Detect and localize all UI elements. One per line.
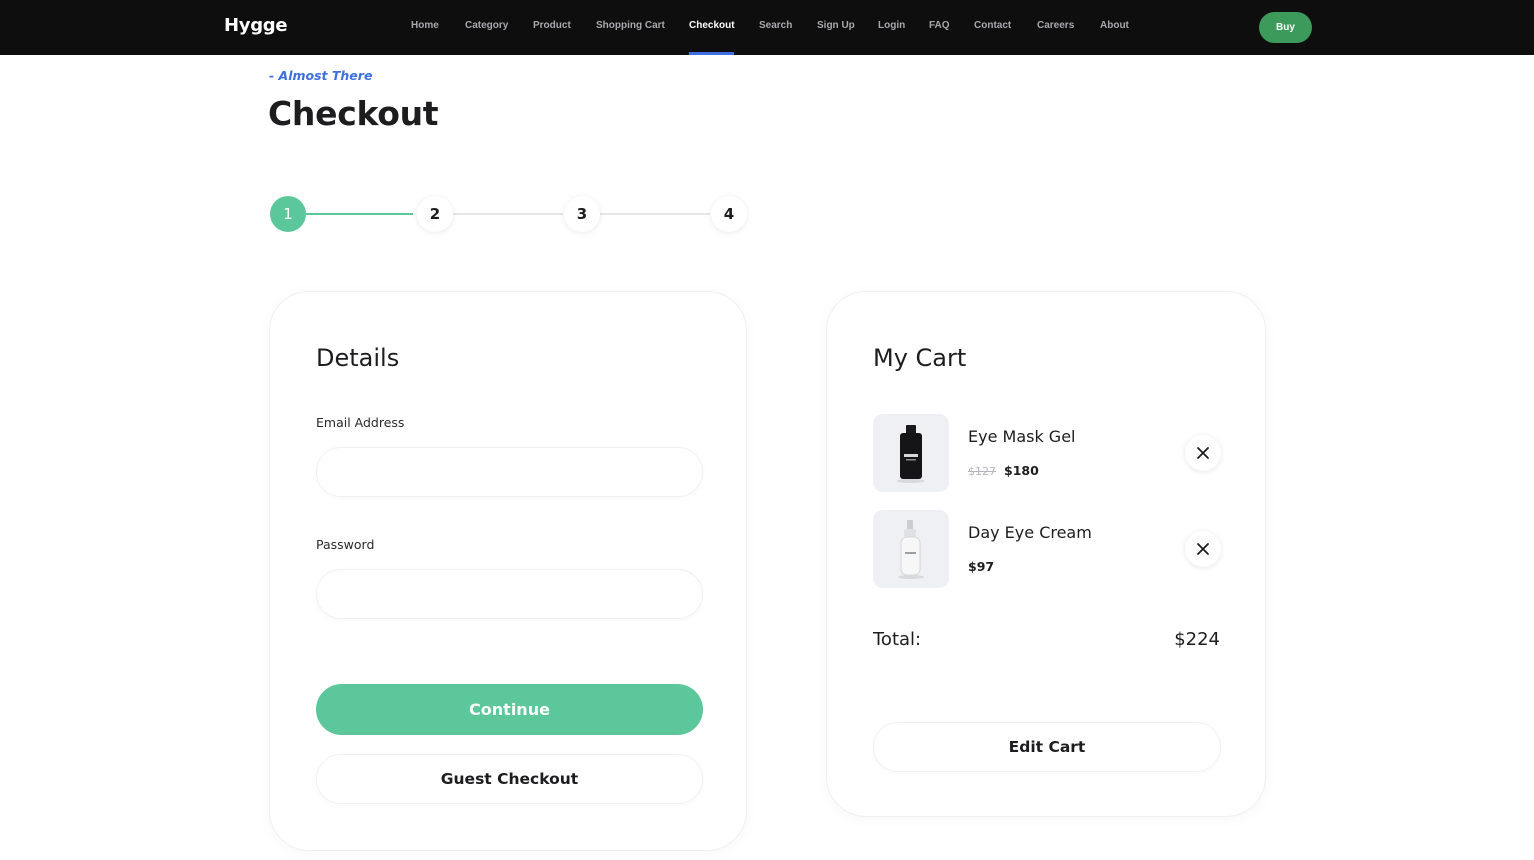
item-name: Eye Mask Gel (968, 427, 1076, 446)
continue-button[interactable]: Continue (316, 684, 703, 735)
total-value: $224 (1174, 629, 1220, 650)
item-price-row: $127 $180 (968, 463, 1039, 478)
step-4[interactable]: 4 (711, 196, 747, 232)
step-2[interactable]: 2 (417, 196, 453, 232)
nav-item-search[interactable]: Search (759, 20, 792, 31)
step-connector-3 (600, 213, 710, 215)
nav-item-checkout[interactable]: Checkout (689, 20, 735, 31)
cart-item: Day Eye Cream $97 (873, 510, 1223, 588)
details-title: Details (316, 344, 400, 372)
step-1[interactable]: 1 (270, 196, 306, 232)
password-field[interactable] (316, 569, 703, 619)
nav-item-shopping-cart[interactable]: Shopping Cart (596, 20, 665, 31)
dark-bottle-icon (873, 414, 949, 492)
nav-item-contact[interactable]: Contact (974, 20, 1011, 31)
item-name: Day Eye Cream (968, 523, 1092, 542)
password-label: Password (316, 537, 375, 552)
nav-item-faq[interactable]: FAQ (929, 20, 950, 31)
nav-item-category[interactable]: Category (465, 20, 508, 31)
white-bottle-icon (873, 510, 949, 588)
remove-item-button[interactable] (1185, 435, 1221, 471)
nav-item-login[interactable]: Login (878, 20, 905, 31)
total-label: Total: (873, 629, 922, 650)
nav-item-product[interactable]: Product (533, 20, 571, 31)
close-icon (1197, 543, 1209, 555)
edit-cart-button[interactable]: Edit Cart (873, 722, 1221, 772)
guest-checkout-button[interactable]: Guest Checkout (316, 754, 703, 804)
product-thumbnail[interactable] (873, 510, 949, 588)
cart-item: Eye Mask Gel $127 $180 (873, 414, 1223, 492)
product-thumbnail[interactable] (873, 414, 949, 492)
email-field[interactable] (316, 447, 703, 497)
page-title: Checkout (268, 94, 439, 133)
item-price: $97 (968, 559, 995, 574)
cart-card: My Cart Eye Mask Gel $127 $180 Day Eye C… (826, 291, 1266, 817)
item-price: $180 (1004, 463, 1039, 478)
email-label: Email Address (316, 415, 405, 430)
top-navbar: Hygge Home Category Product Shopping Car… (0, 0, 1534, 55)
close-icon (1197, 447, 1209, 459)
step-connector-1 (306, 213, 413, 215)
remove-item-button[interactable] (1185, 531, 1221, 567)
details-card: Details Email Address Password Continue … (269, 291, 747, 851)
page-eyebrow: - Almost There (269, 68, 373, 83)
item-old-price: $127 (968, 465, 996, 478)
active-nav-indicator (689, 52, 734, 55)
nav-item-careers[interactable]: Careers (1037, 20, 1074, 31)
step-connector-2 (453, 213, 563, 215)
nav-item-sign-up[interactable]: Sign Up (817, 20, 855, 31)
cart-title: My Cart (873, 344, 967, 372)
step-3[interactable]: 3 (564, 196, 600, 232)
item-price-row: $97 (968, 559, 994, 574)
nav-item-about[interactable]: About (1100, 20, 1129, 31)
checkout-stepper: 1 2 3 4 (268, 194, 758, 234)
buy-button[interactable]: Buy (1259, 12, 1312, 43)
nav-item-home[interactable]: Home (411, 20, 439, 31)
